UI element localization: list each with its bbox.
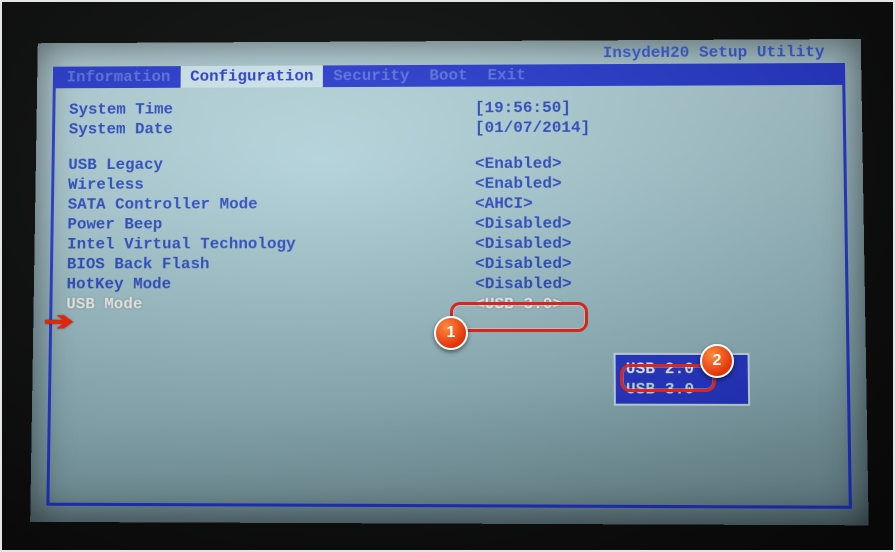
- row-intel-vt[interactable]: Intel Virtual Technology <Disabled>: [67, 233, 837, 254]
- tab-boot[interactable]: Boot: [419, 65, 477, 87]
- settings-panel: System Time [19:56:50] System Date [01/0…: [46, 85, 852, 509]
- value-usb-mode[interactable]: <USB 3.0>: [475, 294, 562, 314]
- popup-option-usb20[interactable]: USB 2.0: [616, 359, 748, 379]
- tab-exit[interactable]: Exit: [478, 64, 536, 86]
- tab-security[interactable]: Security: [323, 65, 419, 87]
- usb-mode-popup[interactable]: USB 2.0 USB 3.0: [614, 353, 751, 406]
- row-system-date[interactable]: System Date [01/07/2014]: [69, 117, 835, 140]
- label-bios-backflash: BIOS Back Flash: [67, 254, 475, 274]
- label-wireless: Wireless: [68, 174, 475, 195]
- row-hotkey-mode[interactable]: HotKey Mode <Disabled>: [66, 274, 837, 294]
- label-intel-vt: Intel Virtual Technology: [67, 234, 475, 254]
- label-usb-legacy: USB Legacy: [68, 154, 475, 175]
- tab-information[interactable]: Information: [57, 66, 181, 88]
- bios-screen: InsydeH20 Setup Utility Information Conf…: [30, 39, 868, 525]
- value-sata-mode[interactable]: <AHCI>: [475, 194, 533, 214]
- value-hotkey-mode[interactable]: <Disabled>: [475, 274, 572, 294]
- value-wireless[interactable]: <Enabled>: [475, 174, 562, 194]
- row-usb-legacy[interactable]: USB Legacy <Enabled>: [68, 153, 835, 175]
- row-bios-backflash[interactable]: BIOS Back Flash <Disabled>: [67, 254, 837, 275]
- value-power-beep[interactable]: <Disabled>: [475, 214, 571, 234]
- value-bios-backflash[interactable]: <Disabled>: [475, 254, 572, 274]
- row-usb-mode[interactable]: USB Mode <USB 3.0>: [66, 294, 838, 314]
- label-power-beep: Power Beep: [67, 214, 475, 235]
- bios-brand: InsydeH20 Setup Utility: [603, 43, 825, 62]
- value-system-time[interactable]: [19:56:50]: [475, 98, 571, 118]
- label-system-time: System Time: [69, 98, 475, 119]
- value-intel-vt[interactable]: <Disabled>: [475, 234, 572, 254]
- row-wireless[interactable]: Wireless <Enabled>: [68, 173, 836, 195]
- row-power-beep[interactable]: Power Beep <Disabled>: [67, 213, 836, 234]
- label-usb-mode: USB Mode: [66, 294, 475, 314]
- row-system-time[interactable]: System Time [19:56:50]: [69, 97, 835, 120]
- tab-configuration[interactable]: Configuration: [180, 65, 323, 87]
- value-system-date[interactable]: [01/07/2014]: [475, 118, 590, 138]
- label-hotkey-mode: HotKey Mode: [66, 274, 475, 294]
- row-sata-mode[interactable]: SATA Controller Mode <AHCI>: [68, 193, 837, 215]
- value-usb-legacy[interactable]: <Enabled>: [475, 154, 562, 174]
- popup-option-usb30[interactable]: USB 3.0: [616, 379, 748, 400]
- label-sata-mode: SATA Controller Mode: [68, 194, 475, 215]
- label-system-date: System Date: [69, 118, 475, 139]
